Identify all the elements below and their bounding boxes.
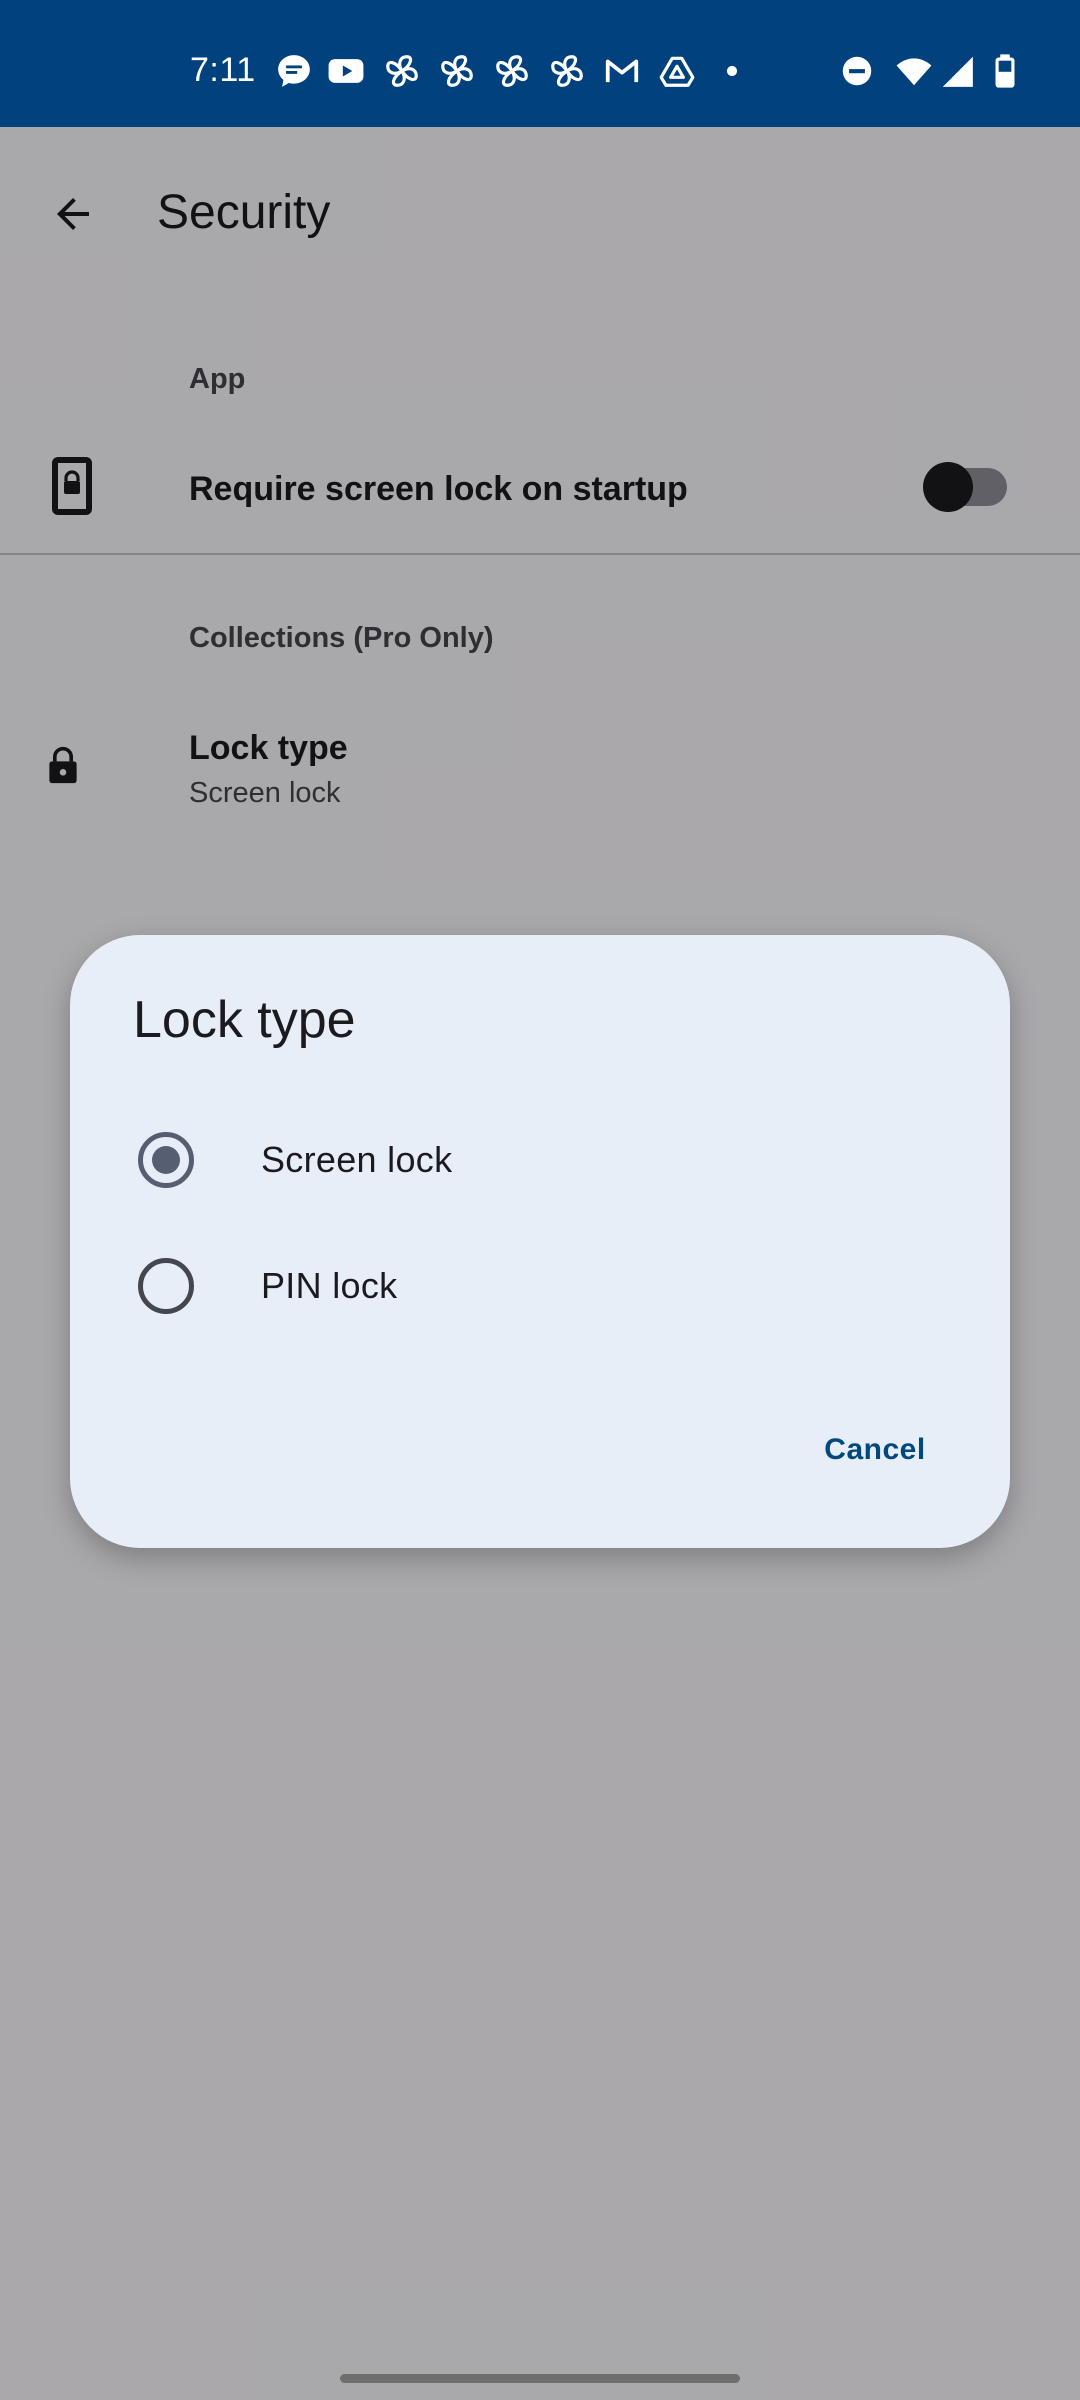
option-pin-lock[interactable]: PIN lock xyxy=(70,1231,1010,1341)
youtube-icon xyxy=(328,59,364,83)
radio-button-selected[interactable] xyxy=(138,1132,194,1188)
pinwheel-icon xyxy=(386,55,418,87)
radio-button[interactable] xyxy=(138,1258,194,1314)
radio-dot xyxy=(152,1146,180,1174)
status-time: 7:11 xyxy=(190,51,256,89)
option-label: Screen lock xyxy=(261,1139,453,1180)
option-label: PIN lock xyxy=(261,1265,398,1306)
radio-outer xyxy=(138,1258,194,1314)
lock-type-dialog: Lock type Screen lock PIN lock Cancel xyxy=(70,935,1010,1548)
pinwheel-icon xyxy=(551,55,583,87)
gesture-nav-handle[interactable] xyxy=(340,2374,740,2383)
pinwheel-icon xyxy=(441,55,473,87)
gmail-icon xyxy=(605,59,639,83)
pinwheel-icon xyxy=(496,55,528,87)
messages-icon xyxy=(278,55,310,87)
option-screen-lock[interactable]: Screen lock xyxy=(70,1105,1010,1215)
dialog-title: Lock type xyxy=(133,991,356,1049)
cancel-button[interactable]: Cancel xyxy=(790,1415,960,1485)
battery-icon xyxy=(995,54,1015,88)
do-not-disturb-icon xyxy=(842,56,872,86)
status-bar: 7:11 xyxy=(0,0,1080,127)
signal-icon xyxy=(942,56,973,87)
dot-icon xyxy=(726,65,738,77)
wifi-icon xyxy=(896,58,932,86)
drive-icon xyxy=(659,56,695,87)
